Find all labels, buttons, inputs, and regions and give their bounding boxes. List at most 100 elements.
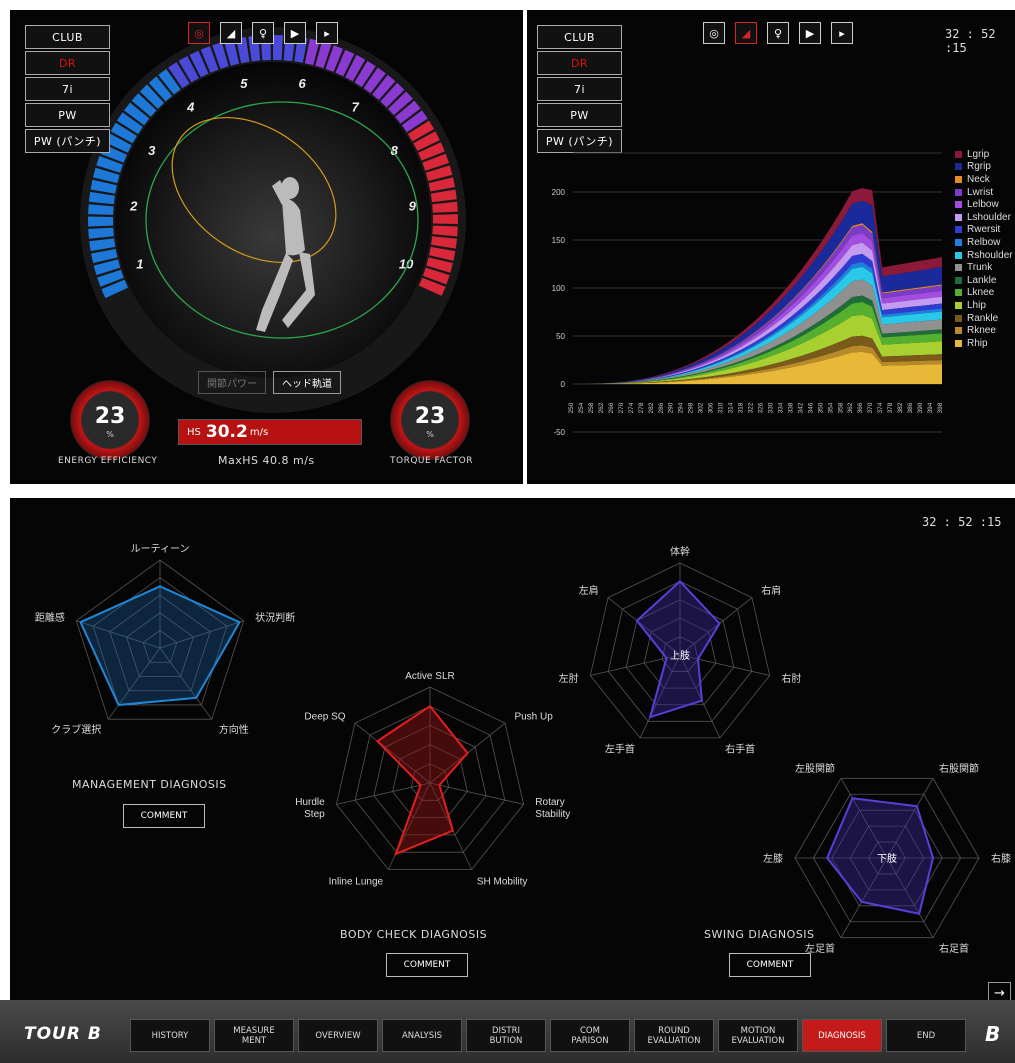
- nav-history[interactable]: HISTORY: [130, 1019, 210, 1052]
- bridgestone-b-icon: B: [985, 1022, 1001, 1046]
- gauge-scale-label: 4: [186, 100, 195, 115]
- legend-swatch: [955, 201, 962, 209]
- legend-item: Lknee: [955, 287, 1013, 300]
- x-tick-label: 382: [897, 402, 904, 413]
- legend-label: Lwrist: [967, 186, 994, 198]
- stacked-area-chart: 200150100500-50250 254 258 262 266 270 274 278 2…: [552, 152, 944, 437]
- area-chart-icon[interactable]: ◢: [220, 22, 242, 44]
- body-check-title: BODY CHECK DIAGNOSIS: [340, 928, 488, 941]
- joint-power-chart-panel: CLUB DR 7i PW PW (パンチ) ◎ ◢ ♀ ▶ ▸ 32 : 52…: [527, 10, 1015, 484]
- legend-label: Rankle: [967, 312, 999, 324]
- x-tick-label: 326: [757, 402, 764, 413]
- gauge-scale-label: 7: [352, 100, 360, 115]
- club-pw[interactable]: PW: [25, 103, 110, 127]
- nav-round-evaluation[interactable]: ROUND EVALUATION: [634, 1019, 714, 1052]
- radar-axis-label: クラブ選択: [51, 723, 101, 736]
- hs-value: 30.2: [205, 422, 248, 442]
- y-tick-label: 200: [552, 188, 566, 197]
- club-header: CLUB: [25, 25, 110, 49]
- x-tick-label: 286: [658, 402, 665, 413]
- head-path-button[interactable]: ヘッド軌道: [273, 371, 341, 394]
- nav-motion-evaluation[interactable]: MOTION EVALUATION: [718, 1019, 798, 1052]
- radar-center-label: 下肢: [877, 852, 897, 865]
- energy-value: 23: [94, 404, 126, 429]
- x-tick-label: 282: [648, 402, 655, 413]
- nav-com-parison[interactable]: COM PARISON: [550, 1019, 630, 1052]
- legend-item: Rankle: [955, 312, 1013, 325]
- y-tick-label: 150: [552, 236, 566, 245]
- legend-label: Lankle: [967, 274, 997, 286]
- gauge-segment: [432, 214, 458, 224]
- diagnosis-panel: 32 : 52 :15 ルーティーン 状況判断 方向性 クラブ選択 距離感 Active …: [10, 498, 1015, 1063]
- legend-item: Trunk: [955, 261, 1013, 274]
- radar-axis-label: 左肩: [579, 584, 599, 597]
- radar-axis-label: 右肩: [761, 584, 781, 597]
- gauge-scale-label: 3: [148, 143, 156, 158]
- legend-label: Trunk: [967, 262, 993, 274]
- nav-overview[interactable]: OVERVIEW: [298, 1019, 378, 1052]
- nav-distri-bution[interactable]: DISTRI BUTION: [466, 1019, 546, 1052]
- legend-label: Rhip: [967, 337, 988, 349]
- x-tick-label: 254: [578, 402, 585, 413]
- radar-axis-label: 左股関節: [795, 762, 835, 775]
- radar-axis-label: 右足首: [939, 942, 969, 955]
- x-tick-label: 390: [917, 402, 924, 413]
- radar-axis-label: Active SLR: [405, 671, 454, 682]
- swing-gauge-panel: 1 2 3 4 5 6 7 8 9 10 CLUB DR 7i PW PW (パンチ) ◎ ◢ ♀…: [10, 10, 523, 484]
- legend-item: Lwrist: [955, 186, 1013, 199]
- nav-measure-ment[interactable]: MEASURE MENT: [214, 1019, 294, 1052]
- legend-label: Lgrip: [967, 148, 990, 160]
- y-tick-label: 100: [552, 284, 566, 293]
- x-tick-label: 278: [638, 402, 645, 413]
- x-tick-label: 338: [787, 402, 794, 413]
- gauge-scale-label: 2: [129, 198, 138, 213]
- torque-gauge: 23 %: [390, 380, 470, 460]
- management-comment-button[interactable]: COMMENT: [123, 804, 205, 828]
- radar-axis-label: Inline Lunge: [329, 876, 384, 887]
- nav-analysis[interactable]: ANALYSIS: [382, 1019, 462, 1052]
- legend-item: Rgrip: [955, 161, 1013, 174]
- x-tick-label: 342: [797, 402, 804, 413]
- x-tick-label: 322: [748, 402, 755, 413]
- club-dr[interactable]: DR: [25, 51, 110, 75]
- energy-label: ENERGY EFFICIENCY: [58, 456, 158, 466]
- x-tick-label: 266: [608, 402, 615, 413]
- club-7i[interactable]: 7i: [25, 77, 110, 101]
- legend-item: Lankle: [955, 274, 1013, 287]
- x-tick-label: 378: [887, 402, 894, 413]
- nav-diagnosis[interactable]: DIAGNOSIS: [802, 1019, 882, 1052]
- gauge-scale-label: 9: [409, 198, 417, 213]
- x-tick-label: 366: [857, 402, 864, 413]
- legend-item: Lelbow: [955, 198, 1013, 211]
- legend-item: Rhip: [955, 337, 1013, 350]
- torque-unit: %: [426, 430, 434, 439]
- golfer-front-icon[interactable]: ♀: [252, 22, 274, 44]
- joint-power-button[interactable]: 関節パワー: [198, 371, 266, 394]
- energy-unit: %: [106, 430, 114, 439]
- swing-gauge-icon[interactable]: ◎: [188, 22, 210, 44]
- legend-swatch: [955, 188, 962, 196]
- legend-label: Rgrip: [967, 161, 991, 173]
- legend-item: Relbow: [955, 236, 1013, 249]
- body-comment-button[interactable]: COMMENT: [386, 953, 468, 977]
- legend-swatch: [955, 150, 962, 158]
- radar-axis-label: 右手首: [725, 743, 755, 756]
- camera-golfer-icon[interactable]: ▶: [284, 22, 306, 44]
- radar-axis-label: 左手首: [605, 743, 635, 756]
- legend-label: Lhip: [967, 299, 986, 311]
- x-tick-label: 290: [668, 402, 675, 413]
- x-tick-label: 350: [817, 402, 824, 413]
- x-tick-label: 330: [767, 402, 774, 413]
- swing-comment-button[interactable]: COMMENT: [729, 953, 811, 977]
- x-tick-label: 310: [718, 402, 725, 413]
- legend-item: Neck: [955, 173, 1013, 186]
- radar-axis-label: 左膝: [763, 852, 783, 865]
- legend-swatch: [955, 251, 962, 259]
- radar-axis-label: Rotary Stability: [535, 797, 570, 820]
- nav-end[interactable]: END: [886, 1019, 966, 1052]
- radar-axis-label: 体幹: [670, 545, 690, 558]
- x-tick-label: 386: [907, 402, 914, 413]
- club-pw-punch[interactable]: PW (パンチ): [25, 129, 110, 153]
- legend-swatch: [955, 175, 962, 183]
- camera-side-icon[interactable]: ▸: [316, 22, 338, 44]
